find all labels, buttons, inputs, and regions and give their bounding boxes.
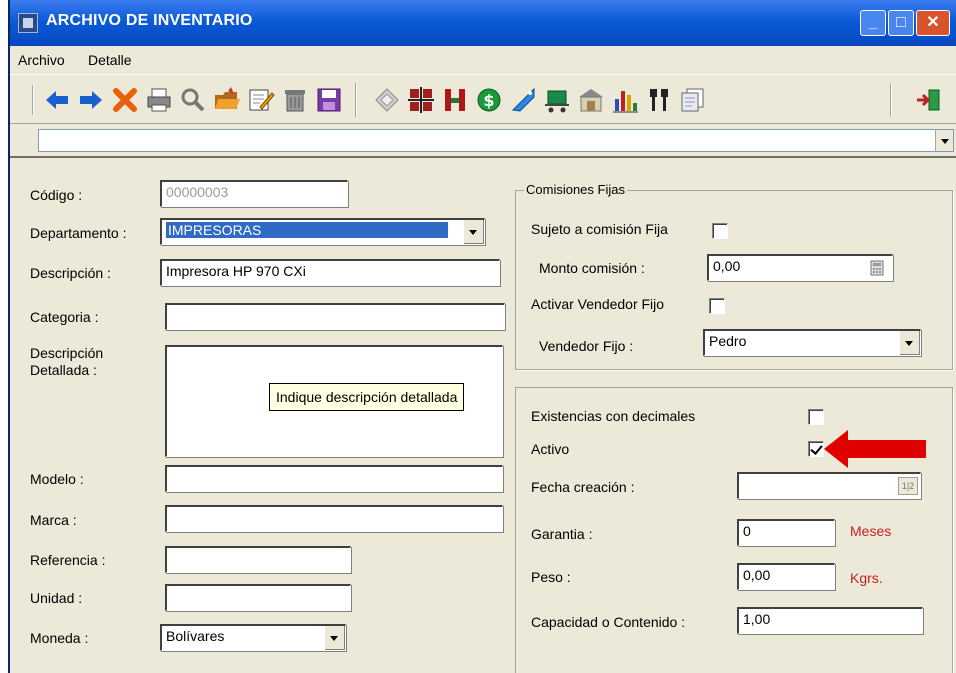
descripcion-detallada-label-1: Descripción xyxy=(30,345,104,361)
departamento-value: IMPRESORAS xyxy=(166,222,448,238)
chevron-down-icon[interactable] xyxy=(935,130,953,151)
capacidad-label: Capacidad o Contenido : xyxy=(531,614,686,630)
unidad-input[interactable] xyxy=(165,584,351,611)
fecha-creacion-input[interactable]: 1|2 xyxy=(737,472,921,499)
edit-icon[interactable] xyxy=(246,85,276,115)
save-icon[interactable] xyxy=(314,85,344,115)
vendedor-fijo-label: Vendedor Fijo : xyxy=(539,338,634,354)
menu-detalle[interactable]: Detalle xyxy=(88,52,132,68)
peso-value: 0,00 xyxy=(743,567,771,583)
print-icon[interactable] xyxy=(144,85,174,115)
search-combo-row xyxy=(10,125,956,155)
minimize-button[interactable]: _ xyxy=(860,10,886,36)
departamento-label: Departamento : xyxy=(30,225,127,241)
tooltip: Indique descripción detallada xyxy=(269,383,465,411)
descripcion-value: Impresora HP 970 CXi xyxy=(166,263,306,279)
toolbar-separator xyxy=(890,83,892,117)
capacidad-input[interactable]: 1,00 xyxy=(737,607,923,634)
codigo-label: Código : xyxy=(30,187,83,203)
forward-arrow-icon[interactable] xyxy=(76,85,106,115)
toolbar-separator xyxy=(355,83,357,117)
close-button[interactable]: ✕ xyxy=(916,10,950,36)
moneda-select[interactable]: Bolívares xyxy=(160,624,346,651)
garantia-input[interactable]: 0 xyxy=(737,519,835,546)
window-title: ARCHIVO DE INVENTARIO xyxy=(46,12,253,29)
existencias-decimales-checkbox[interactable] xyxy=(808,409,824,425)
chevron-down-icon[interactable] xyxy=(462,220,484,244)
referencia-label: Referencia : xyxy=(30,552,106,568)
toolbar: $ xyxy=(10,74,956,124)
activo-label: Activo xyxy=(531,441,570,457)
monto-comision-value: 0,00 xyxy=(713,258,741,274)
grid-icon[interactable] xyxy=(406,85,436,115)
cart-icon[interactable] xyxy=(542,85,572,115)
warehouse-icon[interactable] xyxy=(576,85,606,115)
moneda-label: Moneda : xyxy=(30,630,89,646)
moneda-value: Bolívares xyxy=(166,628,225,644)
activar-vendedor-checkbox[interactable] xyxy=(709,298,725,314)
chevron-down-icon[interactable] xyxy=(323,626,345,650)
app-icon xyxy=(18,13,38,33)
menu-bar: Archivo Detalle xyxy=(10,46,956,74)
menu-archivo[interactable]: Archivo xyxy=(18,52,65,68)
barcode-icon[interactable] xyxy=(440,85,470,115)
svg-text:$: $ xyxy=(483,91,494,110)
garantia-unit: Meses xyxy=(850,523,892,539)
sujeto-comision-label: Sujeto a comisión Fija xyxy=(531,221,668,237)
fecha-creacion-label: Fecha creación : xyxy=(531,479,635,495)
delete-x-icon[interactable] xyxy=(110,85,140,115)
peso-label: Peso : xyxy=(531,569,571,585)
back-arrow-icon[interactable] xyxy=(42,85,72,115)
existencias-decimales-label: Existencias con decimales xyxy=(531,408,696,424)
keys-icon[interactable] xyxy=(644,85,674,115)
descripcion-label: Descripción : xyxy=(30,265,111,281)
peso-unit: Kgrs. xyxy=(850,570,883,586)
toolbar-grip xyxy=(32,85,34,115)
open-folder-icon[interactable] xyxy=(212,85,242,115)
form-panel: Código : 00000003 Departamento : IMPRESO… xyxy=(10,156,956,673)
price-tag-icon[interactable] xyxy=(508,85,538,115)
search-icon[interactable] xyxy=(178,85,208,115)
referencia-input[interactable] xyxy=(165,546,351,573)
chevron-down-icon[interactable] xyxy=(898,331,920,355)
vendedor-fijo-select[interactable]: Pedro xyxy=(703,329,921,356)
title-bar[interactable]: ARCHIVO DE INVENTARIO _ □ ✕ xyxy=(10,0,956,46)
money-icon[interactable]: $ xyxy=(474,85,504,115)
maximize-button[interactable]: □ xyxy=(888,10,914,36)
departamento-select[interactable]: IMPRESORAS xyxy=(160,218,485,245)
vendedor-fijo-value: Pedro xyxy=(709,333,747,349)
peso-input[interactable]: 0,00 xyxy=(737,563,835,590)
sujeto-comision-checkbox[interactable] xyxy=(712,223,728,239)
capacidad-value: 1,00 xyxy=(743,611,771,627)
tag-icon[interactable] xyxy=(372,85,402,115)
record-selector[interactable] xyxy=(38,129,954,152)
garantia-value: 0 xyxy=(743,523,751,539)
marca-input[interactable] xyxy=(165,505,503,532)
monto-comision-input[interactable]: 0,00 xyxy=(707,254,893,281)
modelo-label: Modelo : xyxy=(30,471,84,487)
trash-icon[interactable] xyxy=(280,85,310,115)
comisiones-legend: Comisiones Fijas xyxy=(524,182,627,197)
marca-label: Marca : xyxy=(30,512,77,528)
exit-icon[interactable] xyxy=(914,85,944,115)
calculator-icon[interactable] xyxy=(866,259,888,277)
descripcion-input[interactable]: Impresora HP 970 CXi xyxy=(160,259,500,286)
garantia-label: Garantia : xyxy=(531,526,593,542)
descripcion-detallada-label-2: Detallada : xyxy=(30,362,97,378)
categoria-input[interactable] xyxy=(165,303,505,330)
bar-chart-icon[interactable] xyxy=(610,85,640,115)
unidad-label: Unidad : xyxy=(30,590,83,606)
monto-comision-label: Monto comisión : xyxy=(539,260,645,276)
activar-vendedor-label: Activar Vendedor Fijo xyxy=(531,296,665,312)
annotation-arrow-icon xyxy=(824,430,926,468)
calendar-icon[interactable]: 1|2 xyxy=(898,477,918,495)
codigo-field[interactable]: 00000003 xyxy=(160,180,348,207)
codigo-value: 00000003 xyxy=(166,184,229,200)
copy-icon[interactable] xyxy=(678,85,708,115)
categoria-label: Categoria : xyxy=(30,309,99,325)
inventory-window: ARCHIVO DE INVENTARIO _ □ ✕ Archivo Deta… xyxy=(8,0,956,673)
modelo-input[interactable] xyxy=(165,465,503,492)
